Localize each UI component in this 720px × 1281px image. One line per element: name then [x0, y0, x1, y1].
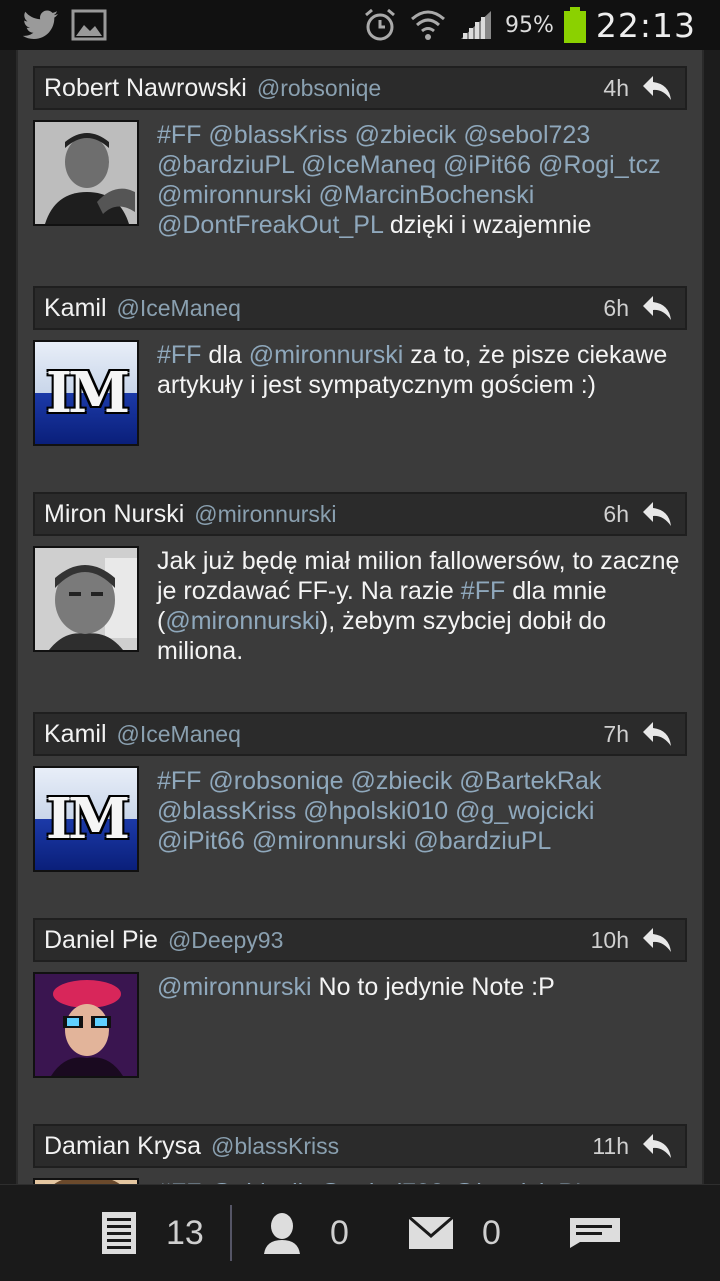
- author-handle[interactable]: @Deepy93: [168, 927, 283, 954]
- avatar[interactable]: [33, 120, 139, 226]
- wifi-icon: [409, 6, 447, 44]
- tweet-time: 6h: [603, 294, 629, 321]
- author-handle[interactable]: @IceManeq: [117, 295, 241, 322]
- tweet-body: IM #FF @robsoniqe @zbiecik @BartekRak @b…: [33, 766, 687, 902]
- tweet-body: IM #FF dla @mironnurski za to, że pisze …: [33, 340, 687, 476]
- author-handle[interactable]: @mironnurski: [194, 501, 336, 528]
- tweet-link[interactable]: @mironnurski: [157, 973, 312, 1001]
- timeline-tab[interactable]: 13: [100, 1185, 204, 1281]
- author-handle[interactable]: @blassKriss: [211, 1133, 339, 1160]
- tweet-body: Jak już będę miał milion fallowersów, to…: [33, 546, 687, 696]
- battery-percent: 95%: [504, 12, 554, 38]
- im-logo: IM: [45, 360, 130, 426]
- reply-icon[interactable]: [641, 1132, 673, 1160]
- timeline-count: 13: [166, 1213, 204, 1252]
- tweet-feed[interactable]: Robert Nawrowski @robsoniqe 4h #FF @blas…: [16, 50, 704, 1184]
- tweet-link[interactable]: #FF: [157, 341, 201, 369]
- tweet-time: 4h: [603, 74, 629, 101]
- alarm-icon: [361, 6, 399, 44]
- clock: 22:13: [595, 5, 696, 45]
- author-name: Kamil: [44, 719, 107, 748]
- tweet-text: #FF @robsoniqe @zbiecik @BartekRak @blas…: [157, 766, 687, 872]
- author-name: Daniel Pie: [44, 925, 158, 954]
- battery-icon: [563, 7, 586, 43]
- tweet-link[interactable]: @mironnurski: [165, 607, 320, 635]
- tweet-header[interactable]: Miron Nurski @mironnurski 6h: [33, 492, 687, 536]
- tweet-body: #FF @blassKriss @zbiecik @sebol723 @bard…: [33, 120, 687, 270]
- author-name: Miron Nurski: [44, 499, 185, 528]
- tweet-item[interactable]: Damian Krysa @blassKriss 11h #FF @zbieci…: [18, 1124, 702, 1184]
- messages-icon: [408, 1216, 454, 1249]
- reply-icon[interactable]: [641, 720, 673, 748]
- messages-tab[interactable]: 0: [408, 1185, 501, 1281]
- tweet-time: 7h: [603, 720, 629, 747]
- author-name: Kamil: [44, 293, 107, 322]
- status-bar: 95% 22:13: [0, 0, 720, 50]
- tweet-text-segment: dzięki i wzajemnie: [382, 211, 592, 239]
- tweet-item[interactable]: Kamil @IceManeq 6h IM #FF dla @mironnurs…: [18, 286, 702, 476]
- avatar[interactable]: IM: [33, 766, 139, 872]
- tweet-header[interactable]: Robert Nawrowski @robsoniqe 4h: [33, 66, 687, 110]
- tweet-text: Jak już będę miał milion fallowersów, to…: [157, 546, 687, 666]
- tweet-header[interactable]: Daniel Pie @Deepy93 10h: [33, 918, 687, 962]
- tweet-item[interactable]: Robert Nawrowski @robsoniqe 4h #FF @blas…: [18, 66, 702, 270]
- compose-tab[interactable]: [568, 1185, 622, 1281]
- tweet-text: #FF @blassKriss @zbiecik @sebol723 @bard…: [157, 120, 687, 240]
- tweet-text-segment: dla: [201, 341, 249, 369]
- tweet-item[interactable]: Daniel Pie @Deepy93 10h @mironnurski No …: [18, 918, 702, 1108]
- tweet-text: @mironnurski No to jedynie Note :P: [157, 972, 555, 1078]
- bottom-nav: 13 0 0: [0, 1184, 720, 1281]
- tweet-item[interactable]: Kamil @IceManeq 7h IM #FF @robsoniqe @zb…: [18, 712, 702, 902]
- tweet-link[interactable]: #FF @robsoniqe @zbiecik @BartekRak @blas…: [157, 767, 601, 855]
- tweet-text: #FF dla @mironnurski za to, że pisze cie…: [157, 340, 687, 446]
- tweet-body: @mironnurski No to jedynie Note :P: [33, 972, 687, 1108]
- signal-icon: [457, 6, 495, 44]
- reply-icon[interactable]: [641, 500, 673, 528]
- mentions-count: 0: [330, 1213, 349, 1252]
- twitter-icon: [22, 6, 60, 44]
- timeline-icon: [102, 1212, 136, 1254]
- author-handle[interactable]: @IceManeq: [117, 721, 241, 748]
- author-handle[interactable]: @robsoniqe: [257, 75, 381, 102]
- reply-icon[interactable]: [641, 294, 673, 322]
- compose-icon: [570, 1218, 620, 1248]
- mentions-icon: [264, 1213, 300, 1254]
- tweet-header[interactable]: Kamil @IceManeq 6h: [33, 286, 687, 330]
- mentions-tab[interactable]: 0: [262, 1185, 349, 1281]
- tweet-link[interactable]: #FF: [461, 577, 505, 605]
- tweet-item[interactable]: Miron Nurski @mironnurski 6h Jak już będ…: [18, 492, 702, 696]
- avatar[interactable]: [33, 546, 139, 652]
- bottom-divider: [230, 1205, 232, 1261]
- gallery-icon: [70, 6, 108, 44]
- avatar[interactable]: [33, 972, 139, 1078]
- tweet-time: 6h: [603, 500, 629, 527]
- reply-icon[interactable]: [641, 74, 673, 102]
- tweet-text-segment: No to jedynie Note :P: [311, 973, 555, 1001]
- tweet-link[interactable]: @mironnurski: [249, 341, 404, 369]
- reply-icon[interactable]: [641, 926, 673, 954]
- avatar[interactable]: IM: [33, 340, 139, 446]
- tweet-header[interactable]: Kamil @IceManeq 7h: [33, 712, 687, 756]
- messages-count: 0: [482, 1213, 501, 1252]
- author-name: Damian Krysa: [44, 1131, 201, 1160]
- im-logo: IM: [45, 786, 130, 852]
- tweet-header[interactable]: Damian Krysa @blassKriss 11h: [33, 1124, 687, 1168]
- author-name: Robert Nawrowski: [44, 73, 247, 102]
- tweet-time: 10h: [590, 926, 629, 953]
- tweet-time: 11h: [592, 1132, 629, 1159]
